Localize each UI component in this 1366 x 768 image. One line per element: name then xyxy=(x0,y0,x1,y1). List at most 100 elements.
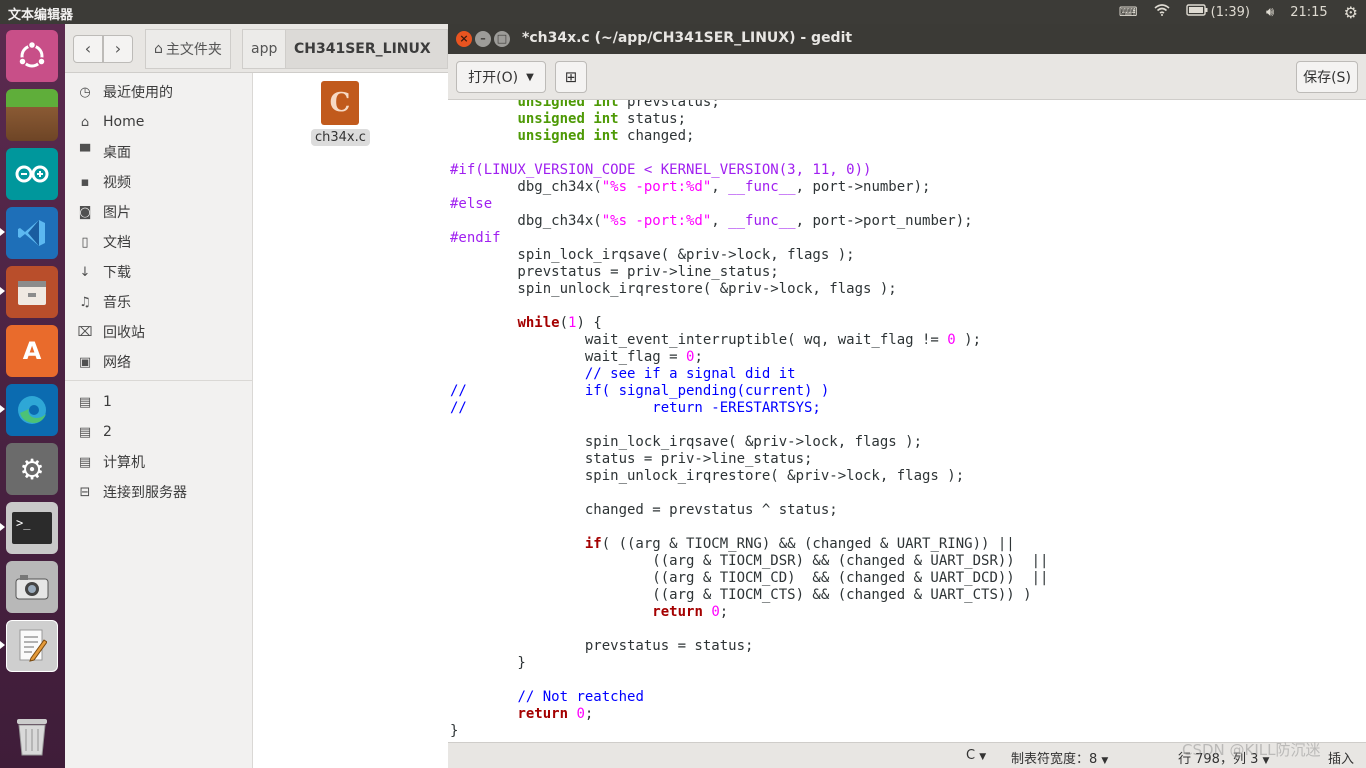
battery-indicator[interactable]: (1:39) xyxy=(1185,4,1250,20)
file-name-label[interactable]: ch34x.c xyxy=(311,129,370,146)
code-line: // if( signal_pending(current) ) xyxy=(450,383,830,399)
open-label: 打开(O) xyxy=(468,70,519,86)
sidebar-item-label: 2 xyxy=(103,424,112,440)
tab-width-label: 制表符宽度：8 xyxy=(1011,752,1098,767)
edge-browser-icon[interactable] xyxy=(6,384,58,436)
clock[interactable]: 21:15 xyxy=(1290,5,1327,20)
sidebar-item-label: 视频 xyxy=(103,175,131,191)
sidebar-item-label: 网络 xyxy=(103,355,131,371)
code-line: spin_unlock_irqrestore( &priv->lock, fla… xyxy=(450,468,965,484)
camera-icon[interactable] xyxy=(6,561,58,613)
code-line: // Not reatched xyxy=(517,689,644,705)
open-button[interactable]: 打开(O) ▼ xyxy=(456,61,546,93)
tab-width-selector[interactable]: 制表符宽度：8 ▼ xyxy=(1011,748,1108,767)
code-editor[interactable]: unsigned int prevstatus; unsigned int st… xyxy=(448,100,1366,742)
code-line: ((arg & TIOCM_CD) && (changed & UART_DCD… xyxy=(450,570,1049,586)
sidebar-item-network[interactable]: ▣ 网络 xyxy=(65,347,253,377)
minecraft-icon[interactable] xyxy=(6,89,58,141)
gedit-toolbar: 打开(O) ▼ ⊞ 保存(S) xyxy=(448,54,1366,100)
breadcrumb-home[interactable]: ⌂ 主文件夹 xyxy=(145,29,231,69)
drive-icon: ▤ xyxy=(78,424,92,440)
forward-button[interactable]: › xyxy=(103,35,133,63)
code-line: #endif xyxy=(450,230,501,246)
chevron-down-icon: ▼ xyxy=(526,71,534,83)
code-lines: unsigned int prevstatus; unsigned int st… xyxy=(450,100,1048,740)
file-view: C ch34x.c xyxy=(253,73,448,768)
trash-icon[interactable] xyxy=(6,710,58,762)
system-settings-icon[interactable]: ⚙ xyxy=(6,443,58,495)
wifi-icon[interactable] xyxy=(1154,4,1170,20)
terminal-icon[interactable]: >_ xyxy=(6,502,58,554)
clock-icon: ◷ xyxy=(79,84,91,100)
sidebar-item-connect-server[interactable]: ⊟ 连接到服务器 xyxy=(65,477,253,507)
sidebar-item-videos[interactable]: ▪ 视频 xyxy=(65,167,253,197)
close-icon[interactable]: × xyxy=(456,31,472,47)
new-tab-button[interactable]: ⊞ xyxy=(555,61,587,93)
home-icon: ⌂ xyxy=(154,41,163,57)
breadcrumb-app[interactable]: app xyxy=(242,29,287,69)
running-indicator xyxy=(0,405,5,413)
sidebar-item-label: 回收站 xyxy=(103,325,145,341)
active-app-name: 文本编辑器 xyxy=(8,8,74,23)
sidebar-item-downloads[interactable]: ↓ 下载 xyxy=(65,257,253,287)
sidebar-item-desktop[interactable]: ▀ 桌面 xyxy=(65,137,253,167)
sidebar-item-music[interactable]: ♫ 音乐 xyxy=(65,287,253,317)
gear-icon[interactable]: ⚙ xyxy=(1344,3,1358,22)
arduino-icon[interactable] xyxy=(6,148,58,200)
music-icon: ♫ xyxy=(79,294,91,310)
drive-icon: ▤ xyxy=(78,394,92,410)
back-button[interactable]: ‹ xyxy=(73,35,103,63)
code-line: ((arg & TIOCM_CTS) && (changed & UART_CT… xyxy=(450,587,1032,603)
text-editor-icon[interactable] xyxy=(6,620,58,672)
places-sidebar: ◷ 最近使用的 ⌂ Home ▀ 桌面 ▪ 视频 ◙ 图片 ▯ 文档 ↓ 下载 ♫ 音乐 ⌧ 回收… xyxy=(65,73,253,768)
volume-icon[interactable]: 🔊︎ xyxy=(1266,5,1274,20)
files-icon[interactable] xyxy=(6,266,58,318)
sidebar-item-recent[interactable]: ◷ 最近使用的 xyxy=(65,77,253,107)
language-selector[interactable]: C ▼ xyxy=(966,748,986,763)
sidebar-item-label: 桌面 xyxy=(103,145,131,161)
ubuntu-dash-icon[interactable] xyxy=(6,30,58,82)
sidebar-item-label: 图片 xyxy=(103,205,131,221)
c-source-file-icon[interactable]: C xyxy=(321,81,359,125)
sidebar-item-computer[interactable]: ▤ 计算机 xyxy=(65,447,253,477)
download-icon: ↓ xyxy=(79,264,91,280)
minimize-icon[interactable]: – xyxy=(475,31,491,47)
code-line: return 0; xyxy=(517,706,594,722)
breadcrumb-label: 主文件夹 xyxy=(165,42,222,58)
sidebar-item-label: Home xyxy=(103,114,145,130)
language-label: C xyxy=(966,748,976,763)
sidebar-item-trash[interactable]: ⌧ 回收站 xyxy=(65,317,253,347)
sidebar-item-label: 计算机 xyxy=(103,455,145,471)
server-icon: ⊟ xyxy=(79,484,91,500)
code-line: wait_event_interruptible( wq, wait_flag … xyxy=(450,332,982,348)
maximize-icon[interactable]: □ xyxy=(494,31,510,47)
breadcrumb-current[interactable]: CH341SER_LINUX xyxy=(285,29,448,69)
code-line: #if(LINUX_VERSION_CODE < KERNEL_VERSION(… xyxy=(450,162,872,178)
sidebar-item-device-2[interactable]: ▤ 2 xyxy=(65,417,253,447)
battery-time: (1:39) xyxy=(1210,4,1250,20)
sidebar-item-pictures[interactable]: ◙ 图片 xyxy=(65,197,253,227)
save-button[interactable]: 保存(S) xyxy=(1296,61,1358,93)
code-line: unsigned int prevstatus; xyxy=(517,100,720,110)
vscode-icon[interactable] xyxy=(6,207,58,259)
code-line: if( ((arg & TIOCM_RNG) && (changed & UAR… xyxy=(584,536,1015,552)
sidebar-item-label: 音乐 xyxy=(103,295,131,311)
keyboard-icon[interactable]: ⌨ xyxy=(1119,5,1138,20)
sidebar-item-label: 文档 xyxy=(103,235,131,251)
sidebar-item-device-1[interactable]: ▤ 1 xyxy=(65,387,253,417)
code-line: } xyxy=(450,723,459,739)
running-indicator xyxy=(0,287,5,295)
sidebar-item-home[interactable]: ⌂ Home xyxy=(65,107,253,137)
software-center-icon[interactable]: A xyxy=(6,325,58,377)
sidebar-item-documents[interactable]: ▯ 文档 xyxy=(65,227,253,257)
gedit-window: × – □ *ch34x.c (~/app/CH341SER_LINUX) - … xyxy=(448,24,1366,768)
running-indicator xyxy=(0,641,5,649)
launcher: A ⚙ >_ xyxy=(0,24,65,768)
gedit-titlebar: × – □ *ch34x.c (~/app/CH341SER_LINUX) - … xyxy=(448,24,1366,54)
watermark: CSDN @KILL防沉迷 xyxy=(1182,741,1321,759)
